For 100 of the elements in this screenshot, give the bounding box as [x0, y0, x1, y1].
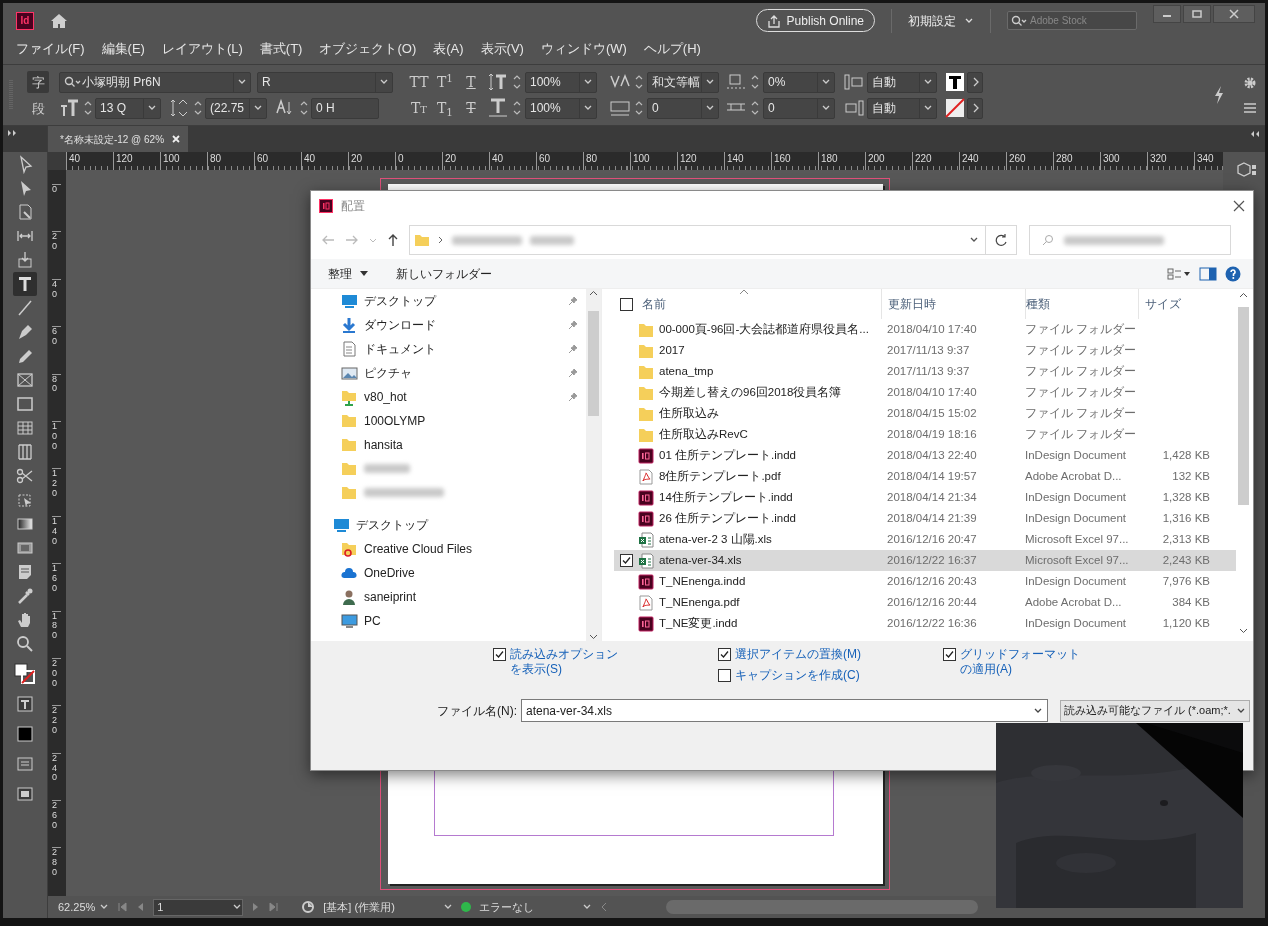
scrollbar-thumb[interactable] [588, 311, 599, 416]
scrollbar[interactable] [586, 289, 601, 641]
font-combo[interactable]: 小塚明朝 Pr6N [59, 71, 251, 93]
fill-stroke-drawing[interactable] [13, 662, 37, 686]
expand-button[interactable] [967, 97, 983, 119]
value-combo[interactable]: 自動 [867, 97, 937, 119]
file-row[interactable]: atena-ver-34.xls 2016/12/22 16:37 Microsoft Excel 97... 2,243 KB [614, 550, 1236, 571]
option-label[interactable]: 読み込みオプションを表示(S) [510, 647, 625, 677]
expand-panels-icon[interactable] [7, 129, 19, 137]
file-row[interactable]: 26 住所テンプレート.indd 2018/04/14 21:39 InDesign Document 1,316 KB [614, 508, 1236, 529]
value-combo[interactable]: 0 [763, 97, 835, 119]
file-row[interactable]: 14住所テンプレート.indd 2018/04/14 21:34 InDesign Document 1,328 KB [614, 487, 1236, 508]
nav-item[interactable]: saneiprint [364, 588, 586, 606]
formatting-icon[interactable] [16, 695, 34, 713]
home-icon[interactable] [50, 12, 68, 29]
column-header[interactable]: 種類 [1026, 295, 1050, 313]
profile-menu[interactable]: [基本] (作業用) [323, 898, 453, 916]
file-row[interactable]: 2017 2017/11/13 9:37 ファイル フォルダー [614, 340, 1236, 361]
search-icon[interactable] [1011, 14, 1027, 27]
maximize-button[interactable] [1183, 5, 1211, 23]
workspace-switcher[interactable]: 初期設定 [908, 11, 974, 30]
nav-item[interactable]: 100OLYMP [364, 412, 586, 430]
file-row[interactable]: 00-000頁-96回-大会誌都道府県役員名... 2018/04/10 17:40 ファイル フォルダー [614, 319, 1236, 340]
option-label[interactable]: キャプションを作成(C) [735, 668, 865, 683]
option-checkbox[interactable] [718, 669, 731, 682]
file-row[interactable]: 01 住所テンプレート.indd 2018/04/13 22:40 InDesign Document 1,428 KB [614, 445, 1236, 466]
file-name-field[interactable]: atena-ver-34.xls [521, 699, 1048, 722]
value-combo[interactable]: 0 [647, 97, 719, 119]
lightning-icon[interactable] [1213, 85, 1225, 105]
nav-item[interactable]: ドキュメント [364, 340, 562, 358]
file-row[interactable]: atena_tmp 2017/11/13 9:37 ファイル フォルダー [614, 361, 1236, 382]
settings-icon[interactable] [1243, 76, 1257, 90]
menu-item[interactable]: オブジェクト(O) [319, 39, 417, 59]
option-checkbox[interactable] [943, 648, 956, 661]
swatch-square-icon[interactable] [16, 725, 34, 743]
option-label[interactable]: 選択アイテムの置換(M) [735, 647, 865, 662]
option-checkbox[interactable] [493, 648, 506, 661]
nav-item[interactable]: デスクトップ [356, 516, 586, 534]
menu-item[interactable]: 表(A) [433, 39, 464, 59]
menu-item[interactable]: 編集(E) [101, 39, 145, 59]
file-row[interactable]: 今期差し替えの96回2018役員名簿 2018/04/10 17:40 ファイル フォルダー [614, 382, 1236, 403]
menu-item[interactable]: ファイル(F) [16, 39, 85, 59]
nav-item[interactable]: ピクチャ [364, 364, 562, 382]
text-style-button[interactable]: T [459, 75, 483, 89]
refresh-button[interactable] [985, 225, 1017, 255]
file-type-dropdown[interactable]: 読み込み可能なファイル (*.oam;*. [1060, 699, 1250, 722]
value-combo[interactable]: 自動 [867, 71, 937, 93]
menu-icon[interactable] [1243, 102, 1257, 114]
search-field[interactable]: Adobe Stock [1030, 13, 1125, 28]
column-header[interactable]: サイズ [1145, 295, 1181, 313]
option-checkbox[interactable] [718, 648, 731, 661]
up-arrow-icon[interactable] [387, 233, 399, 247]
file-row[interactable]: T_NE変更.indd 2016/12/22 16:36 InDesign Document 1,120 KB [614, 613, 1236, 634]
scrollbar[interactable] [1236, 291, 1251, 635]
column-header[interactable]: 更新日時 [888, 295, 936, 313]
menu-item[interactable]: 書式(T) [259, 39, 303, 59]
nav-item[interactable]: Creative Cloud Files [364, 540, 586, 558]
text-style-button[interactable]: T$^{1}$ [433, 75, 457, 89]
select-all-checkbox[interactable] [619, 297, 633, 311]
menu-item[interactable]: ヘルプ(H) [643, 39, 701, 59]
value-combo[interactable]: 0 H [311, 97, 379, 119]
file-row[interactable]: 8住所テンプレート.pdf 2018/04/14 19:57 Adobe Acrobat D... 132 KB [614, 466, 1236, 487]
scrollbar-thumb[interactable] [1238, 307, 1249, 505]
nav-item[interactable]: hansita [364, 436, 586, 454]
close-button[interactable] [1213, 5, 1255, 23]
menu-item[interactable]: ウィンドウ(W) [540, 39, 627, 59]
file-row[interactable]: atena-ver-2 3 山陽.xls 2016/12/16 20:47 Microsoft Excel 97... 2,313 KB [614, 529, 1236, 550]
help-icon[interactable] [1225, 265, 1241, 282]
nav-item[interactable]: デスクトップ [364, 292, 562, 310]
tool-button[interactable] [13, 272, 37, 296]
menu-item[interactable]: レイアウト(L) [161, 39, 243, 59]
row-checkbox[interactable] [619, 554, 633, 567]
style-combo[interactable]: R [257, 71, 393, 93]
stock-search-box[interactable]: Adobe Stock [1007, 11, 1137, 30]
zoom-level[interactable]: 62.25% [58, 898, 110, 916]
view-options-icon[interactable] [1167, 267, 1191, 280]
no-stroke-swatch-icon[interactable] [945, 98, 965, 118]
document-tab[interactable]: *名称未設定-12 @ 62% [48, 126, 189, 152]
column-header[interactable]: 名前 [642, 295, 666, 313]
text-style-button[interactable]: TT [407, 75, 431, 89]
text-style-button[interactable]: T [459, 101, 483, 115]
screen-mode-icon[interactable] [16, 785, 34, 803]
page-number-field[interactable]: 1 [153, 898, 244, 916]
nav-item[interactable]: ダウンロード [364, 316, 562, 334]
expand-button[interactable] [967, 71, 983, 93]
file-row[interactable]: 住所取込みRevC 2018/04/19 18:16 ファイル フォルダー [614, 424, 1236, 445]
mode-tab[interactable]: 字 [27, 71, 49, 93]
file-row[interactable]: 住所取込み 2018/04/15 15:02 ファイル フォルダー [614, 403, 1236, 424]
file-row[interactable]: T_NEnenga.pdf 2016/12/16 20:44 Adobe Acrobat D... 384 KB [614, 592, 1236, 613]
menu-item[interactable]: 表示(V) [480, 39, 524, 59]
option-label[interactable]: グリッドフォーマットの適用(A) [960, 647, 1090, 677]
text-style-button[interactable]: Tt [407, 101, 431, 115]
preview-pane-icon[interactable] [1199, 266, 1217, 281]
text-fill-swatch-icon[interactable] [945, 72, 965, 92]
file-row[interactable]: T_NEnenga.indd 2016/12/16 20:43 InDesign Document 7,976 KB [614, 571, 1236, 592]
nav-item[interactable]: v80_hot [364, 388, 562, 406]
close-icon[interactable] [1233, 200, 1245, 212]
nav-item[interactable]: OneDrive [364, 564, 586, 582]
value-combo[interactable]: 100% [525, 71, 597, 93]
new-folder-button[interactable]: 新しいフォルダー [396, 264, 1139, 283]
